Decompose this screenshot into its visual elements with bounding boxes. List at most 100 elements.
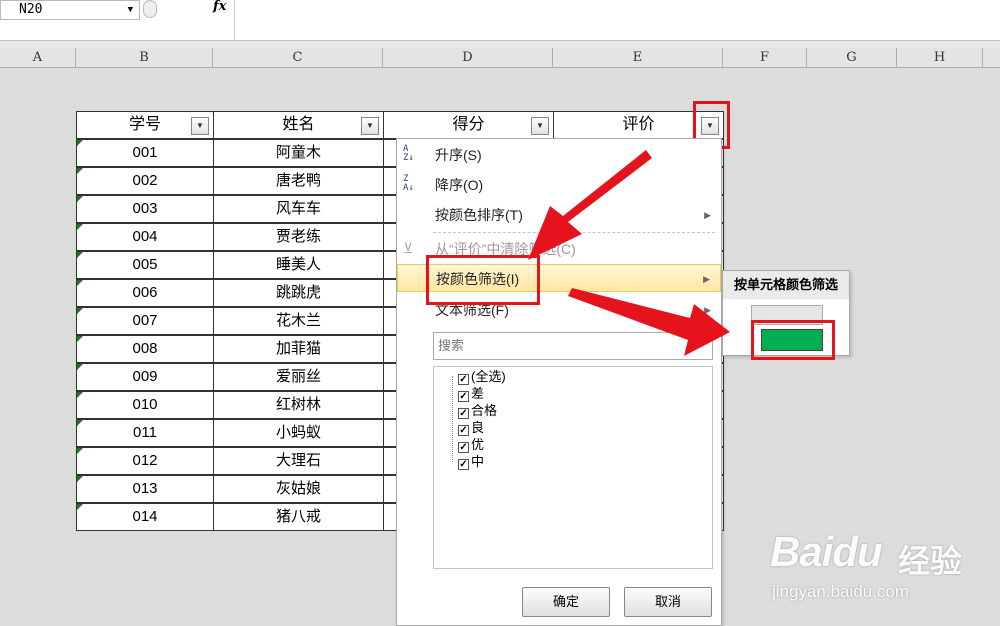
list-item[interactable]: ✓ 优: [458, 436, 484, 453]
column-header-a[interactable]: A: [0, 48, 76, 68]
cell-name[interactable]: 阿童木: [213, 139, 384, 167]
checkbox-checked-icon[interactable]: ✓: [458, 459, 469, 470]
error-indicator-icon: [77, 448, 83, 454]
cell-id[interactable]: 009: [76, 363, 214, 391]
cell-id[interactable]: 012: [76, 447, 214, 475]
name-box-value: N20: [19, 2, 43, 17]
list-item-label: 中: [471, 454, 485, 469]
cell-text: 花木兰: [275, 312, 321, 329]
header-cell-name[interactable]: 姓名 ▼: [213, 111, 384, 139]
cell-id[interactable]: 001: [76, 139, 214, 167]
cell-text: 014: [132, 508, 158, 525]
error-indicator-icon: [77, 364, 83, 370]
cell-name[interactable]: 灰姑娘: [213, 475, 384, 503]
ok-button[interactable]: 确定: [522, 587, 610, 617]
header-label: 评价: [622, 116, 655, 133]
list-item-select-all[interactable]: ✓ (全选): [458, 368, 506, 385]
formula-input[interactable]: [234, 0, 1000, 40]
cell-name[interactable]: 大理石: [213, 447, 384, 475]
column-header-g[interactable]: G: [807, 48, 897, 68]
column-headers: A B C D E F G H: [0, 48, 1000, 68]
header-label: 得分: [452, 116, 485, 133]
cell-id[interactable]: 004: [76, 223, 214, 251]
cell-text: 011: [133, 424, 157, 441]
filter-dropdown-button[interactable]: ▼: [531, 117, 549, 135]
highlight-green-swatch: [751, 320, 835, 360]
list-item-label: 差: [471, 386, 485, 401]
header-cell-id[interactable]: 学号 ▼: [76, 111, 214, 139]
cell-id[interactable]: 013: [76, 475, 214, 503]
cell-name[interactable]: 风车车: [213, 195, 384, 223]
cell-name[interactable]: 唐老鸭: [213, 167, 384, 195]
cell-text: 009: [132, 368, 158, 385]
menu-separator: [433, 232, 715, 233]
column-header-f[interactable]: F: [723, 48, 807, 68]
error-indicator-icon: [77, 196, 83, 202]
menu-item-label: 升序(S): [435, 147, 482, 163]
watermark-brand-cn: 经验: [898, 543, 963, 579]
checkbox-checked-icon[interactable]: ✓: [458, 425, 469, 436]
cell-text: 风车车: [275, 200, 321, 217]
error-indicator-icon: [77, 476, 83, 482]
filter-dropdown-button[interactable]: ▼: [191, 117, 209, 135]
cell-name[interactable]: 红树林: [213, 391, 384, 419]
error-indicator-icon: [77, 252, 83, 258]
error-indicator-icon: [77, 336, 83, 342]
cell-id[interactable]: 002: [76, 167, 214, 195]
cell-name[interactable]: 爱丽丝: [213, 363, 384, 391]
cell-name[interactable]: 贾老练: [213, 223, 384, 251]
list-item[interactable]: ✓ 合格: [458, 402, 497, 419]
formula-expand-button[interactable]: [143, 0, 157, 18]
column-header-d[interactable]: D: [383, 48, 553, 68]
menu-item-sort-descending[interactable]: Z A↓ 降序(O): [397, 171, 721, 199]
cell-id[interactable]: 006: [76, 279, 214, 307]
cell-name[interactable]: 跳跳虎: [213, 279, 384, 307]
name-box[interactable]: N20 ▼: [0, 0, 140, 20]
list-item[interactable]: ✓ 差: [458, 385, 484, 402]
cell-name[interactable]: 加菲猫: [213, 335, 384, 363]
error-indicator-icon: [77, 224, 83, 230]
cell-id[interactable]: 014: [76, 503, 214, 531]
column-header-e[interactable]: E: [553, 48, 723, 68]
cell-id[interactable]: 007: [76, 307, 214, 335]
cell-name[interactable]: 小蚂蚁: [213, 419, 384, 447]
checkbox-checked-icon[interactable]: ✓: [458, 374, 469, 385]
cell-id[interactable]: 011: [76, 419, 214, 447]
filter-menu: A Z↓ 升序(S) Z A↓ 降序(O) 按颜色排序(T) ▶ ⊻ 从“评价”中清…: [396, 138, 722, 626]
checkbox-checked-icon[interactable]: ✓: [458, 408, 469, 419]
cell-name[interactable]: 花木兰: [213, 307, 384, 335]
error-indicator-icon: [77, 308, 83, 314]
column-header-h[interactable]: H: [897, 48, 983, 68]
cell-id[interactable]: 005: [76, 251, 214, 279]
cell-id[interactable]: 010: [76, 391, 214, 419]
chevron-down-icon[interactable]: ▼: [128, 1, 133, 19]
cell-text: 红树林: [275, 396, 321, 413]
header-cell-score[interactable]: 得分 ▼: [383, 111, 554, 139]
error-indicator-icon: [77, 392, 83, 398]
cancel-button[interactable]: 取消: [624, 587, 712, 617]
cell-id[interactable]: 003: [76, 195, 214, 223]
list-item[interactable]: ✓ 中: [458, 453, 484, 470]
submenu-title: 按单元格颜色筛选: [723, 271, 849, 299]
cell-name[interactable]: 猪八戒: [213, 503, 384, 531]
cell-id[interactable]: 008: [76, 335, 214, 363]
list-item[interactable]: ✓ 良: [458, 419, 484, 436]
cell-text: 008: [132, 340, 158, 357]
checkbox-checked-icon[interactable]: ✓: [458, 442, 469, 453]
cell-name[interactable]: 睡美人: [213, 251, 384, 279]
function-icon[interactable]: fx: [213, 0, 226, 14]
error-indicator-icon: [77, 168, 83, 174]
checkbox-checked-icon[interactable]: ✓: [458, 391, 469, 402]
filter-value-list[interactable]: ✓ (全选) ✓ 差 ✓ 合格 ✓ 良 ✓ 优 ✓ 中: [433, 366, 713, 569]
cell-text: 猪八戒: [275, 508, 321, 525]
header-label: 学号: [128, 116, 161, 133]
menu-item-sort-by-color[interactable]: 按颜色排序(T) ▶: [397, 201, 721, 229]
column-header-c[interactable]: C: [213, 48, 383, 68]
cell-text: 睡美人: [275, 256, 321, 273]
search-input[interactable]: 搜索: [433, 332, 713, 360]
column-header-b[interactable]: B: [76, 48, 213, 68]
filter-dropdown-button[interactable]: ▼: [361, 117, 379, 135]
menu-item-sort-ascending[interactable]: A Z↓ 升序(S): [397, 141, 721, 169]
cell-text: 小蚂蚁: [275, 424, 321, 441]
cell-text: 013: [132, 480, 158, 497]
